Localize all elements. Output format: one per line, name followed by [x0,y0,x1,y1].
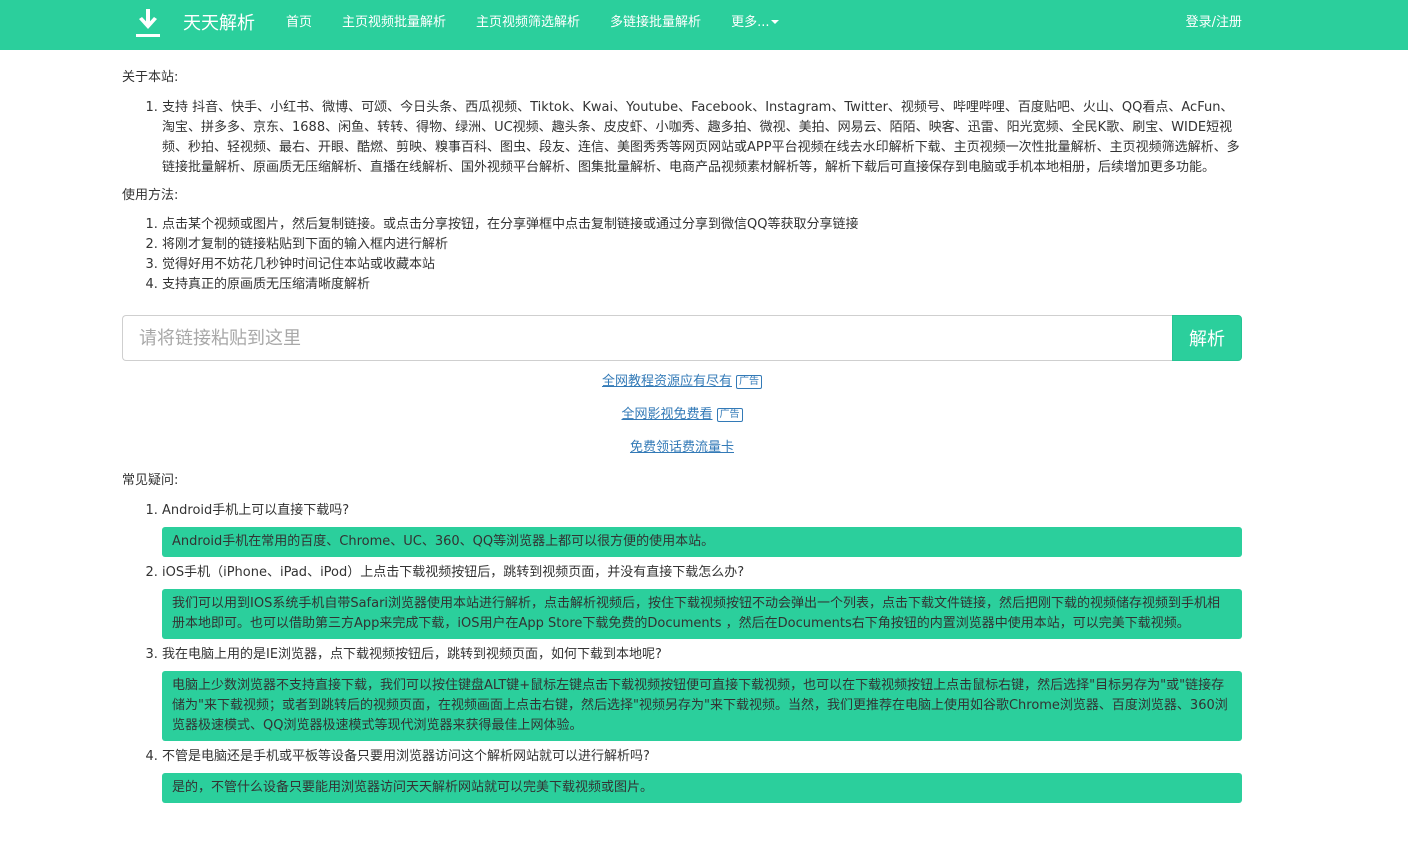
nav-home[interactable]: 首页 [271,0,327,50]
faq-list: Android手机上可以直接下载吗? Android手机在常用的百度、Chrom… [122,501,1242,803]
download-icon[interactable] [134,9,162,39]
nav-more-label: 更多... [731,15,770,30]
faq-question: Android手机上可以直接下载吗? [162,503,350,518]
ad-badge: 广告 [716,408,743,422]
promo-links: 全网教程资源应有尽有 广告 全网影视免费看 广告 免费领话费流量卡 [122,372,1242,471]
caret-down-icon [771,19,780,24]
about-title: 关于本站: [122,70,179,85]
faq-item: iOS手机（iPhone、iPad、iPod）上点击下载视频按钮后，跳转到视频页… [162,563,1242,639]
usage-list: 点击某个视频或图片，然后复制链接。或点击分享按钮，在分享弹框中点击复制链接或通过… [122,215,1242,295]
faq-answer: Android手机在常用的百度、Chrome、UC、360、QQ等浏览器上都可以… [162,527,1242,557]
faq-item: Android手机上可以直接下载吗? Android手机在常用的百度、Chrom… [162,501,1242,557]
about-list: 支持 抖音、快手、小红书、微博、可颂、今日头条、西瓜视频、Tiktok、Kwai… [122,98,1242,178]
brand-link[interactable]: 天天解析 [183,12,255,36]
parse-button[interactable]: 解析 [1172,315,1242,361]
list-item: 将刚才复制的链接粘贴到下面的输入框内进行解析 [162,235,1242,255]
list-item: 支持 抖音、快手、小红书、微博、可颂、今日头条、西瓜视频、Tiktok、Kwai… [162,98,1242,178]
promo-link-tutorials[interactable]: 全网教程资源应有尽有 [602,374,732,389]
nav-menu: 首页 主页视频批量解析 主页视频筛选解析 多链接批量解析 更多... [271,0,794,50]
faq-item: 不管是电脑还是手机或平板等设备只要用浏览器访问这个解析网站就可以进行解析吗? 是… [162,747,1242,803]
list-item: 点击某个视频或图片，然后复制链接。或点击分享按钮，在分享弹框中点击复制链接或通过… [162,215,1242,235]
promo-link-data-card[interactable]: 免费领话费流量卡 [630,440,734,455]
main-content: 关于本站: 支持 抖音、快手、小红书、微博、可颂、今日头条、西瓜视频、Tikto… [122,50,1242,809]
faq-title: 常见疑问: [122,473,179,488]
promo-link-movies[interactable]: 全网影视免费看 [621,407,712,422]
nav-filter-parse[interactable]: 主页视频筛选解析 [461,0,595,50]
faq-item: 我在电脑上用的是IE浏览器，点下载视频按钮后，跳转到视频页面，如何下载到本地呢?… [162,645,1242,741]
faq-answer: 电脑上少数浏览器不支持直接下载，我们可以按住键盘ALT键+鼠标左键点击下载视频按… [162,671,1242,741]
ad-badge: 广告 [736,375,762,389]
nav-batch-parse[interactable]: 主页视频批量解析 [327,0,461,50]
list-item: 支持真正的原画质无压缩清晰度解析 [162,275,1242,295]
faq-question: 我在电脑上用的是IE浏览器，点下载视频按钮后，跳转到视频页面，如何下载到本地呢? [162,647,662,662]
link-input[interactable] [122,315,1172,361]
list-item: 觉得好用不妨花几秒钟时间记住本站或收藏本站 [162,255,1242,275]
faq-answer: 是的，不管什么设备只要能用浏览器访问天天解析网站就可以完美下载视频或图片。 [162,773,1242,803]
faq-question: iOS手机（iPhone、iPad、iPod）上点击下载视频按钮后，跳转到视频页… [162,565,745,580]
login-register-link[interactable]: 登录/注册 [1186,0,1242,50]
faq-question: 不管是电脑还是手机或平板等设备只要用浏览器访问这个解析网站就可以进行解析吗? [162,749,650,764]
parse-form: 解析 [122,315,1242,361]
nav-multi-link-parse[interactable]: 多链接批量解析 [595,0,716,50]
usage-title: 使用方法: [122,188,179,203]
top-navbar: 天天解析 首页 主页视频批量解析 主页视频筛选解析 多链接批量解析 更多... … [0,0,1408,50]
nav-more-dropdown[interactable]: 更多... [716,0,794,50]
faq-answer: 我们可以用到IOS系统手机自带Safari浏览器使用本站进行解析，点击解析视频后… [162,589,1242,639]
